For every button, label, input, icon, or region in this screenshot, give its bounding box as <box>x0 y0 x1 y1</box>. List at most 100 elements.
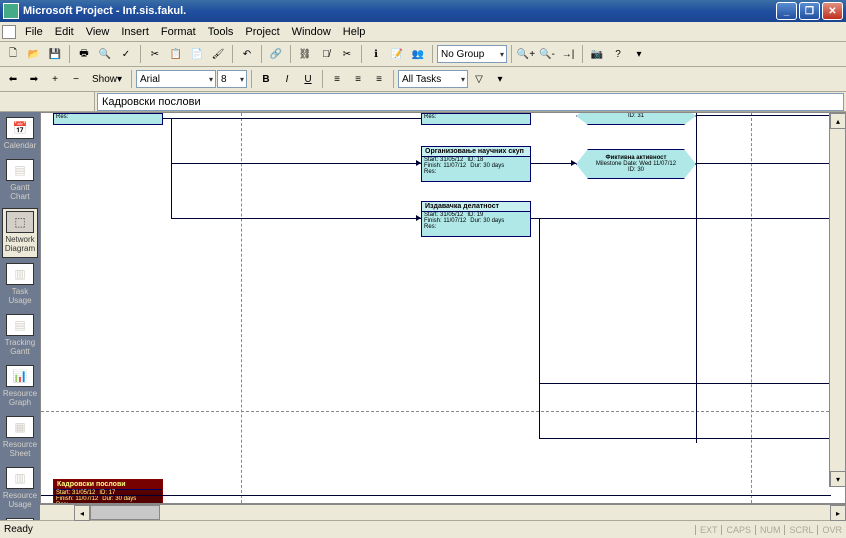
tracking-icon: ▤ <box>6 314 34 336</box>
scroll-thumb[interactable] <box>90 505 160 520</box>
help-button[interactable]: ? <box>608 44 628 64</box>
more2-button[interactable]: ▾ <box>490 69 510 89</box>
scroll-right-button[interactable]: ▸ <box>830 505 846 521</box>
indent-button[interactable]: ➡ <box>24 69 44 89</box>
paste-button[interactable]: 📄 <box>187 44 207 64</box>
show-sub-button[interactable]: + <box>45 69 65 89</box>
outdent-button[interactable]: ⬅ <box>3 69 23 89</box>
view-more[interactable]: ⋯More Views... <box>2 516 38 520</box>
separator <box>140 45 141 63</box>
menu-project[interactable]: Project <box>239 24 285 40</box>
view-label: Gantt Chart <box>10 183 30 201</box>
minimize-button[interactable]: _ <box>776 2 797 20</box>
note-button[interactable]: 📝 <box>387 44 407 64</box>
save-button[interactable]: 💾 <box>45 44 65 64</box>
view-label: Tracking Gantt <box>5 338 35 356</box>
align-left-button[interactable]: ≡ <box>327 69 347 89</box>
menu-view[interactable]: View <box>80 24 116 40</box>
vertical-scrollbar[interactable]: ▴ ▾ <box>829 113 845 487</box>
view-resgraph[interactable]: 📊Resource Graph <box>2 363 38 411</box>
menu-tools[interactable]: Tools <box>202 24 240 40</box>
split-button[interactable]: ✂ <box>337 44 357 64</box>
scroll-up-button[interactable]: ▴ <box>830 113 846 129</box>
menu-insert[interactable]: Insert <box>115 24 155 40</box>
maximize-button[interactable]: ❐ <box>799 2 820 20</box>
bold-button[interactable]: B <box>256 69 276 89</box>
menu-file[interactable]: File <box>19 24 49 40</box>
autofilter-button[interactable]: ▽ <box>469 69 489 89</box>
font-combo[interactable]: Arial <box>136 70 216 88</box>
connector <box>171 218 421 219</box>
view-resusage[interactable]: ▥Resource Usage <box>2 465 38 513</box>
view-taskusage[interactable]: ▥Task Usage <box>2 261 38 309</box>
node-title: Кадровски послови <box>54 480 162 490</box>
scroll-down-button[interactable]: ▾ <box>830 471 846 487</box>
task-node-organizing[interactable]: Организовање научних скуп Start: 31/05/1… <box>421 146 531 182</box>
more-icon: ⋯ <box>6 518 34 520</box>
milestone-node-fictive[interactable]: Фиктивна активност Milestone Date: Wed 1… <box>576 149 696 179</box>
network-canvas[interactable]: Res: Res: ID: 31 Организовање научних ск… <box>40 112 846 504</box>
group-value: No Group <box>441 49 484 60</box>
copy-picture-button[interactable]: 📷 <box>587 44 607 64</box>
menu-format[interactable]: Format <box>155 24 202 40</box>
hyperlink-button[interactable]: 🔗 <box>266 44 286 64</box>
view-gantt[interactable]: ▤Gantt Chart <box>2 157 38 205</box>
copy-button[interactable]: 📋 <box>166 44 186 64</box>
format-painter-button[interactable]: 🖌 <box>208 44 228 64</box>
scroll-track[interactable] <box>90 505 830 520</box>
link-button[interactable]: ⛓ <box>295 44 315 64</box>
new-button[interactable]: 🗋 <box>3 44 23 64</box>
connector <box>539 438 831 439</box>
open-button[interactable]: 📂 <box>24 44 44 64</box>
milestone-id: ID: 31 <box>628 113 644 119</box>
assign-button[interactable]: 👥 <box>408 44 428 64</box>
task-node-publishing[interactable]: Издавачка делатност Start: 31/05/12ID: 1… <box>421 201 531 237</box>
view-calendar[interactable]: 📅Calendar <box>2 115 38 154</box>
cut-button[interactable]: ✂ <box>145 44 165 64</box>
zoom-out-button[interactable]: 🔍- <box>537 44 557 64</box>
close-button[interactable]: ✕ <box>822 2 843 20</box>
view-label: Network Diagram <box>5 235 35 253</box>
align-right-button[interactable]: ≡ <box>369 69 389 89</box>
menu-window[interactable]: Window <box>286 24 337 40</box>
zoom-in-button[interactable]: 🔍+ <box>516 44 536 64</box>
task-node-partial[interactable]: Res: <box>53 113 163 125</box>
menu-help[interactable]: Help <box>337 24 372 40</box>
hide-sub-button[interactable]: − <box>66 69 86 89</box>
show-button[interactable]: Show▾ <box>87 69 127 89</box>
view-network[interactable]: ⬚Network Diagram <box>2 208 38 258</box>
align-center-button[interactable]: ≡ <box>348 69 368 89</box>
undo-button[interactable]: ↶ <box>237 44 257 64</box>
status-ext: EXT <box>695 525 722 535</box>
info-button[interactable]: ℹ <box>366 44 386 64</box>
print-button[interactable]: 🖶 <box>74 44 94 64</box>
node-title: Организовање научних скуп <box>422 147 530 157</box>
separator <box>261 45 262 63</box>
filter-combo[interactable]: All Tasks <box>398 70 468 88</box>
document-icon[interactable] <box>2 25 16 39</box>
menu-bar: File Edit View Insert Format Tools Proje… <box>0 22 846 42</box>
view-ressheet[interactable]: ▦Resource Sheet <box>2 414 38 462</box>
task-node-partial[interactable]: Res: <box>421 113 531 125</box>
size-combo[interactable]: 8 <box>217 70 247 88</box>
preview-button[interactable]: 🔍 <box>95 44 115 64</box>
task-node-hr-selected[interactable]: Кадровски послови Start: 31/05/12ID: 17 … <box>53 479 163 504</box>
italic-button[interactable]: I <box>277 69 297 89</box>
unlink-button[interactable]: ⛓̸ <box>316 44 336 64</box>
font-value: Arial <box>140 74 160 85</box>
menu-edit[interactable]: Edit <box>49 24 80 40</box>
group-combo[interactable]: No Group <box>437 45 507 63</box>
view-tracking[interactable]: ▤ Tracking Gantt <box>2 312 38 360</box>
scroll-track[interactable] <box>830 129 845 471</box>
scroll-left-button[interactable]: ◂ <box>74 505 90 521</box>
spell-button[interactable]: ✓ <box>116 44 136 64</box>
entry-text[interactable]: Кадровски послови <box>97 93 844 111</box>
connector <box>539 383 831 384</box>
goto-button[interactable]: →| <box>558 44 578 64</box>
resgraph-icon: 📊 <box>6 365 34 387</box>
horizontal-scrollbar[interactable]: ◂ ▸ <box>40 504 846 520</box>
milestone-node-partial[interactable]: ID: 31 <box>576 112 696 125</box>
standard-toolbar: 🗋 📂 💾 🖶 🔍 ✓ ✂ 📋 📄 🖌 ↶ 🔗 ⛓ ⛓̸ ✂ ℹ 📝 👥 No … <box>0 42 846 67</box>
underline-button[interactable]: U <box>298 69 318 89</box>
more-button[interactable]: ▾ <box>629 44 649 64</box>
